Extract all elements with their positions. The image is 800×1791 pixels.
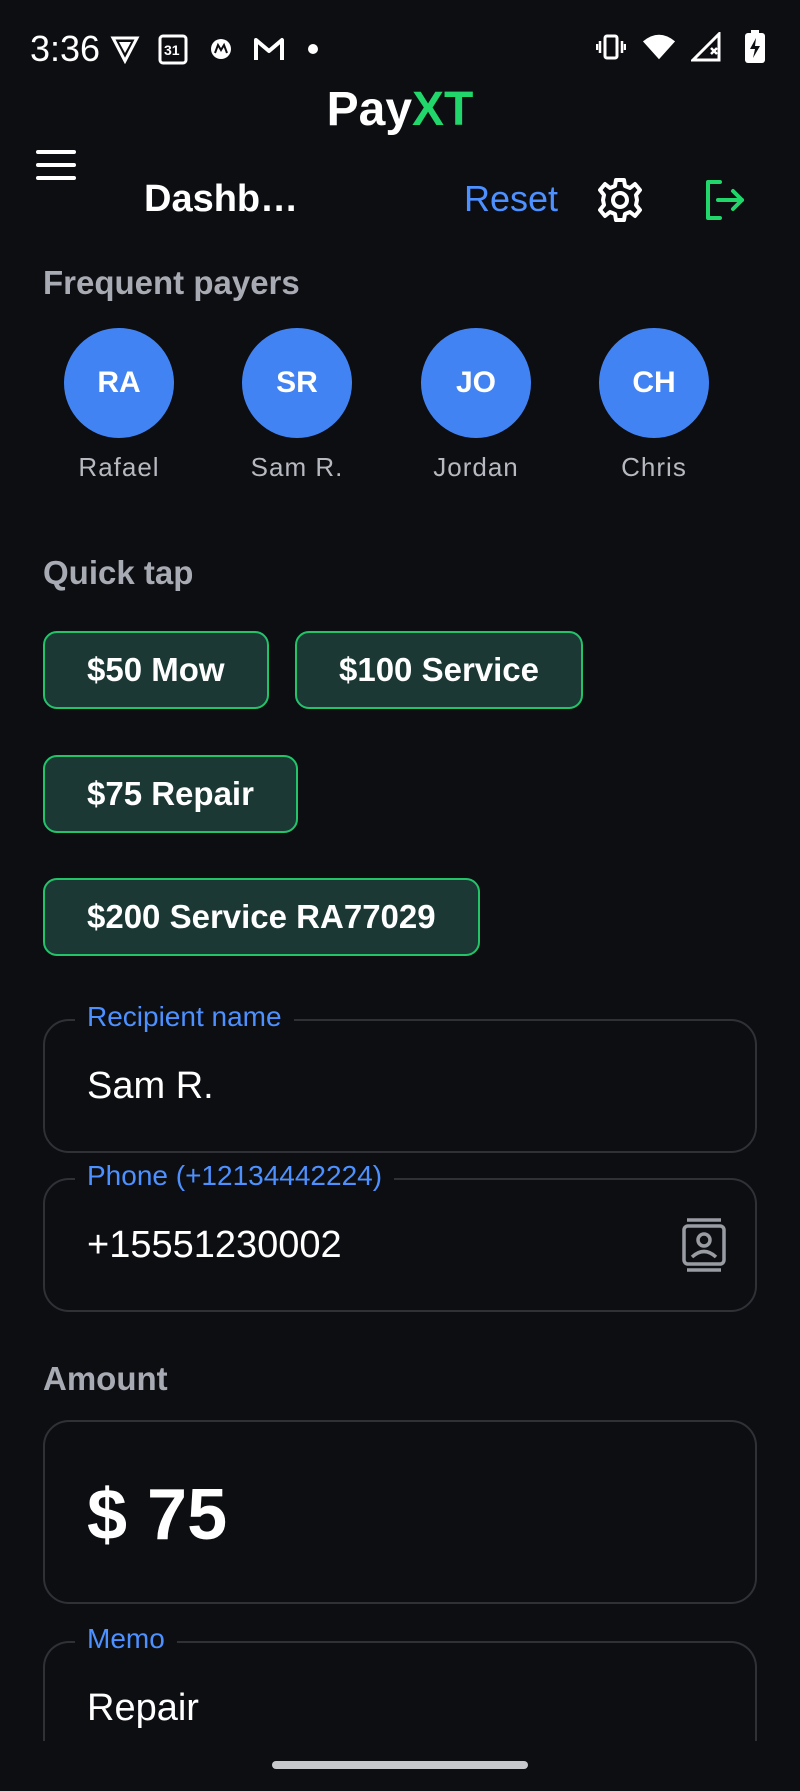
contacts-icon[interactable] [681,1218,727,1272]
memo-label: Memo [75,1623,177,1655]
gmail-icon [252,32,286,66]
amount-label: Amount [43,1360,168,1397]
phone-value: +15551230002 [87,1224,342,1266]
app-title: PayXT [0,82,800,137]
status-time: 3:36 [30,28,101,69]
quick-tap-label: Quick tap [43,554,194,591]
payer-name: Sam R. [250,452,344,482]
home-indicator[interactable] [272,1761,528,1769]
page-title: Dashb… [144,178,299,220]
menu-icon[interactable] [36,150,84,190]
quick-tap-chip[interactable]: $50 Mow [43,631,269,709]
payer-jordan[interactable]: JO Jordan [396,328,556,483]
app-title-pay: Pay [326,83,413,136]
amount-value: $ 75 [87,1475,228,1555]
payer-name: Rafael [78,452,160,482]
quick-tap-chip[interactable]: $100 Service [295,631,584,709]
memo-value: Repair [87,1687,199,1729]
status-icons-right [594,30,772,64]
calendar-day: 31 [164,42,180,58]
status-icons-left: 31 [108,32,318,66]
payer-chris[interactable]: CH Chris [574,328,734,483]
amount-field[interactable]: $ 75 [43,1420,757,1604]
avatar: RA [64,328,174,438]
payer-name: Jordan [433,452,519,482]
notification-dot [308,44,318,54]
recipient-name-value: Sam R. [87,1065,214,1107]
wifi-icon [642,30,676,64]
calendar-icon: 31 [156,32,190,66]
vpn-shield-icon [108,32,142,66]
phone-field[interactable]: Phone (+12134442224) +15551230002 [43,1160,757,1312]
payer-rafael[interactable]: RA Rafael [39,328,199,483]
memo-field[interactable]: Memo Repair [43,1623,757,1741]
avatar: JO [421,328,531,438]
app-title-xt: XT [412,83,474,136]
motorola-icon [204,32,238,66]
quick-tap-chip[interactable]: $75 Repair [43,755,298,833]
avatar: SR [242,328,352,438]
phone-label: Phone (+12134442224) [75,1160,395,1192]
avatar: CH [599,328,709,438]
recipient-name-field[interactable]: Recipient name Sam R. [43,1001,757,1153]
payer-name: Chris [621,452,687,482]
gear-icon[interactable] [596,176,646,226]
vibrate-icon [594,30,628,64]
battery-charging-icon [738,30,772,64]
logout-icon[interactable] [700,176,748,224]
recipient-name-label: Recipient name [75,1001,294,1033]
frequent-payers-label: Frequent payers [43,264,300,301]
cell-signal-icon [690,30,724,64]
reset-button[interactable]: Reset [464,178,558,220]
payer-sam-r[interactable]: SR Sam R. [217,328,377,483]
quick-tap-chip[interactable]: $200 Service RA77029 [43,878,480,956]
